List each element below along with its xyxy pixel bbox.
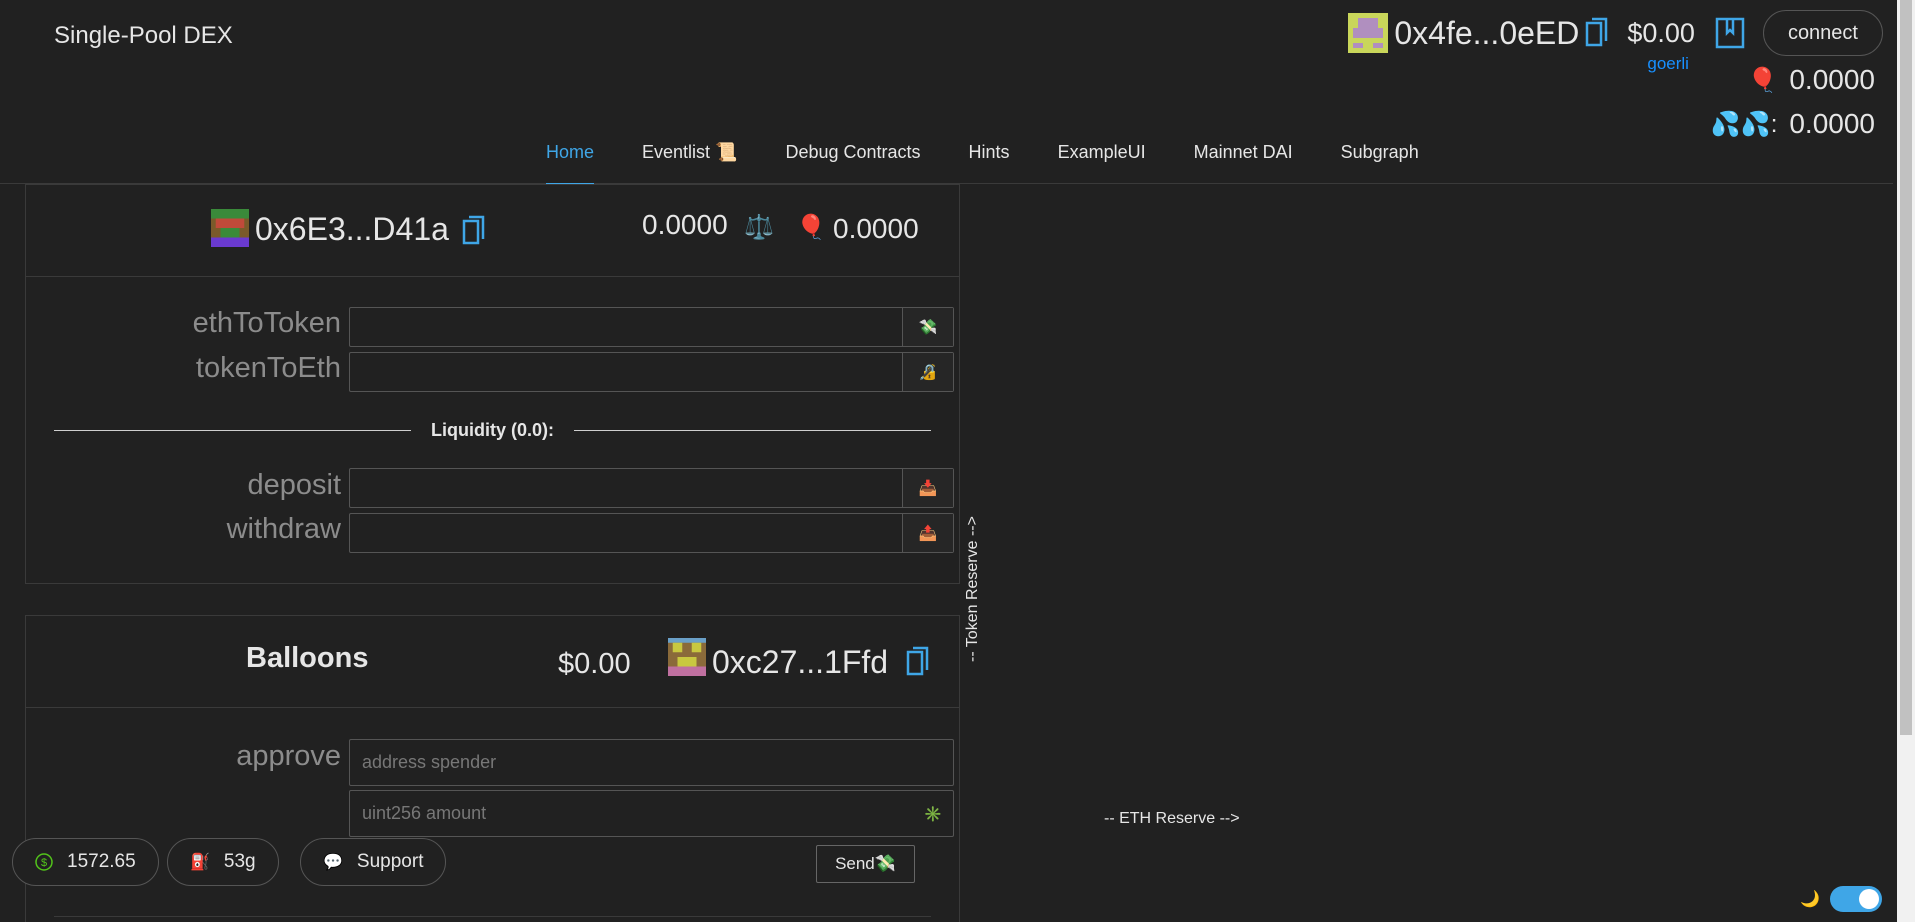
approve-spender-field[interactable] <box>349 739 954 786</box>
liquidity-label: Liquidity (0.0): <box>431 420 554 440</box>
tab-hints[interactable]: Hints <box>969 142 1010 185</box>
copy-icon[interactable] <box>462 215 486 247</box>
withdraw-input[interactable] <box>350 514 902 552</box>
dex-card-header: 0x6E3...D41a 0.0000 ⚖️ 🎈 0.0000 <box>26 185 959 277</box>
account-avatar <box>1348 13 1389 53</box>
dollar-icon: $ <box>35 853 53 871</box>
deposit-input[interactable] <box>350 469 902 507</box>
moon-icon: 🌙 <box>1800 891 1820 908</box>
eth-to-token-label: ethToToken <box>192 307 341 339</box>
support-button[interactable]: 💬 Support <box>300 838 447 886</box>
liquidity-divider: Liquidity (0.0): <box>54 420 931 440</box>
dex-avatar <box>211 209 249 247</box>
balloons-avatar <box>668 638 706 676</box>
support-label: Support <box>356 851 424 872</box>
app-title: Single-Pool DEX <box>54 22 233 49</box>
deposit-field[interactable]: 📥 <box>349 468 954 508</box>
deposit-label: deposit <box>247 469 341 501</box>
approve-row: approve <box>26 740 341 773</box>
token-reserve-axis: -- Token Reserve --> <box>963 510 983 670</box>
fuel-icon: ⛽ <box>190 854 210 871</box>
tab-eventlist[interactable]: Eventlist 📜 <box>642 142 737 185</box>
approve-label: approve <box>236 740 341 772</box>
chat-icon: 💬 <box>323 854 343 871</box>
dex-address: 0x6E3...D41a <box>255 211 449 247</box>
tab-mainnet-dai[interactable]: Mainnet DAI <box>1194 142 1293 185</box>
account-address: 0x4fe...0eED <box>1394 14 1580 51</box>
token-to-eth-submit-icon[interactable]: 🔏 <box>902 353 953 391</box>
approve-amount-field[interactable]: ✳️ <box>349 790 954 837</box>
wallet-icon[interactable] <box>1715 17 1745 49</box>
main-nav: Home Eventlist 📜 Debug Contracts Hints E… <box>0 134 1893 185</box>
copy-icon[interactable] <box>1585 17 1609 49</box>
tab-exampleui[interactable]: ExampleUI <box>1058 142 1146 185</box>
eth-to-token-field[interactable]: 💸 <box>349 307 954 347</box>
withdraw-label: withdraw <box>226 513 341 545</box>
gas-price: 53g <box>223 851 256 872</box>
token-to-eth-field[interactable]: 🔏 <box>349 352 954 392</box>
account-bar: 0x4fe...0eED $0.00 goerli connect <box>1348 10 1883 73</box>
send-button[interactable]: Send💸 <box>816 845 915 883</box>
balloon-icon: 🎈 <box>796 214 826 241</box>
dex-eth-balance: 0.0000 <box>642 209 728 240</box>
token-reserve-label: -- Token Reserve --> <box>964 516 981 662</box>
theme-switch: 🌙 <box>1800 886 1882 912</box>
balloons-title: Balloons <box>246 642 369 674</box>
tab-subgraph[interactable]: Subgraph <box>1341 142 1419 185</box>
token-to-eth-input[interactable] <box>350 353 902 391</box>
tab-debug-contracts[interactable]: Debug Contracts <box>785 142 920 185</box>
token-to-eth-label: tokenToEth <box>195 352 341 384</box>
eth-price: 1572.65 <box>67 851 136 872</box>
withdraw-row: withdraw <box>26 513 341 546</box>
tab-home[interactable]: Home <box>546 142 595 185</box>
gas-price-pill[interactable]: ⛽ 53g <box>167 838 279 886</box>
eth-reserve-label: -- ETH Reserve --> <box>1104 810 1240 827</box>
eth-to-token-input[interactable] <box>350 308 902 346</box>
multiply-icon[interactable]: ✳️ <box>913 791 953 836</box>
copy-icon[interactable] <box>906 646 930 678</box>
dex-token-balance: 0.0000 <box>833 213 919 244</box>
withdraw-submit-icon[interactable]: 📤 <box>902 514 953 552</box>
eth-to-token-row: ethToToken <box>26 307 341 340</box>
eth-price-pill[interactable]: $ 1572.65 <box>12 838 159 886</box>
balloons-address: 0xc27...1Ffd <box>712 644 889 680</box>
balloon-balance-row: 🎈 0.0000 <box>1747 64 1875 96</box>
balloons-usd: $0.00 <box>558 648 631 680</box>
dex-card: 0x6E3...D41a 0.0000 ⚖️ 🎈 0.0000 ethToTok… <box>25 184 960 584</box>
network-label[interactable]: goerli <box>1647 54 1689 74</box>
scale-icon: ⚖️ <box>744 214 774 241</box>
deposit-row: deposit <box>26 469 341 502</box>
balloons-card-header: Balloons $0.00 0xc27...1Ffd <box>26 616 959 708</box>
approve-amount-input[interactable] <box>350 791 913 836</box>
approve-spender-input[interactable] <box>350 740 953 785</box>
scrollbar[interactable] <box>1897 0 1915 922</box>
token-to-eth-row: tokenToEth <box>26 352 341 385</box>
balloon-balance: 0.0000 <box>1789 64 1875 95</box>
theme-toggle[interactable] <box>1829 886 1882 912</box>
connect-button[interactable]: connect <box>1762 10 1883 56</box>
scrollbar-thumb[interactable] <box>1900 0 1912 735</box>
withdraw-field[interactable]: 📤 <box>349 513 954 553</box>
deposit-submit-icon[interactable]: 📥 <box>902 469 953 507</box>
balloon-icon: 🎈 <box>1747 66 1778 94</box>
eth-to-token-submit-icon[interactable]: 💸 <box>902 308 953 346</box>
usd-balance-value: $0.00 <box>1627 17 1695 48</box>
svg-text:$: $ <box>41 857 47 869</box>
account-usd-balance: $0.00 goerli <box>1627 17 1695 73</box>
